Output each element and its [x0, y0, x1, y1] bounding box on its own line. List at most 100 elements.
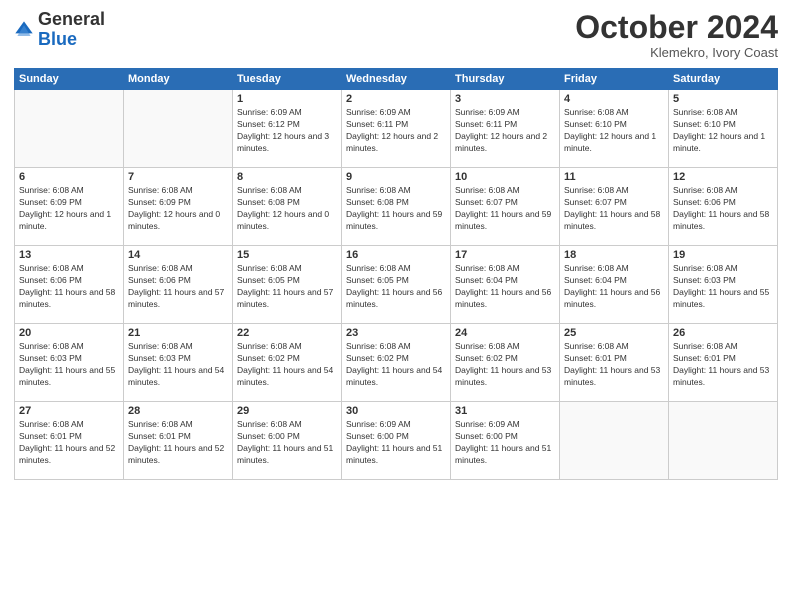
day-info: Sunrise: 6:08 AMSunset: 6:06 PMDaylight:…	[19, 263, 119, 311]
day-number: 14	[128, 249, 228, 261]
calendar-cell	[15, 90, 124, 168]
calendar-cell: 27Sunrise: 6:08 AMSunset: 6:01 PMDayligh…	[15, 402, 124, 480]
calendar-cell	[124, 90, 233, 168]
day-info: Sunrise: 6:08 AMSunset: 6:06 PMDaylight:…	[128, 263, 228, 311]
calendar-cell: 1Sunrise: 6:09 AMSunset: 6:12 PMDaylight…	[233, 90, 342, 168]
day-info: Sunrise: 6:08 AMSunset: 6:07 PMDaylight:…	[455, 185, 555, 233]
day-info: Sunrise: 6:08 AMSunset: 6:00 PMDaylight:…	[237, 419, 337, 467]
calendar-cell: 16 Sunrise: 6:08 AMSunset: 6:05 PMDayligh…	[342, 246, 451, 324]
calendar-cell: 23 Sunrise: 6:08 AMSunset: 6:02 PMDayligh…	[342, 324, 451, 402]
day-info: Sunrise: 6:08 AMSunset: 6:03 PMDaylight:…	[673, 263, 773, 311]
day-number: 6	[19, 171, 119, 183]
day-number: 11	[564, 171, 664, 183]
day-info: Sunrise: 6:09 AMSunset: 6:12 PMDaylight:…	[237, 107, 337, 155]
logo-general: General	[38, 9, 105, 29]
day-number: 20	[19, 327, 119, 339]
calendar-cell	[560, 402, 669, 480]
day-number: 30	[346, 405, 446, 417]
logo-icon	[14, 20, 34, 40]
day-info: Sunrise: 6:09 AMSunset: 6:11 PMDaylight:…	[455, 107, 555, 155]
day-info: Sunrise: 6:08 AMSunset: 6:05 PMDaylight:…	[237, 263, 337, 311]
calendar-cell	[669, 402, 778, 480]
weekday-header: Wednesday	[342, 69, 451, 90]
calendar-cell: 2 Sunrise: 6:09 AMSunset: 6:11 PMDaylight…	[342, 90, 451, 168]
weekday-header: Saturday	[669, 69, 778, 90]
day-info: Sunrise: 6:08 AMSunset: 6:10 PMDaylight:…	[564, 107, 664, 155]
day-info: Sunrise: 6:08 AMSunset: 6:02 PMDaylight:…	[346, 341, 446, 389]
week-row: 20 Sunrise: 6:08 AMSunset: 6:03 PMDayligh…	[15, 324, 778, 402]
day-info: Sunrise: 6:08 AMSunset: 6:08 PMDaylight:…	[237, 185, 337, 233]
day-info: Sunrise: 6:08 AMSunset: 6:01 PMDaylight:…	[564, 341, 664, 389]
day-info: Sunrise: 6:08 AMSunset: 6:04 PMDaylight:…	[564, 263, 664, 311]
weekday-header-row: SundayMondayTuesdayWednesdayThursdayFrid…	[15, 69, 778, 90]
calendar-cell: 9 Sunrise: 6:08 AMSunset: 6:08 PMDaylight…	[342, 168, 451, 246]
day-number: 23	[346, 327, 446, 339]
calendar-cell: 12 Sunrise: 6:08 AMSunset: 6:06 PMDayligh…	[669, 168, 778, 246]
month-title: October 2024	[575, 10, 778, 45]
day-number: 28	[128, 405, 228, 417]
day-info: Sunrise: 6:08 AMSunset: 6:02 PMDaylight:…	[455, 341, 555, 389]
logo-text: General Blue	[38, 10, 105, 50]
calendar-cell: 10 Sunrise: 6:08 AMSunset: 6:07 PMDayligh…	[451, 168, 560, 246]
day-number: 25	[564, 327, 664, 339]
day-number: 16	[346, 249, 446, 261]
week-row: 1Sunrise: 6:09 AMSunset: 6:12 PMDaylight…	[15, 90, 778, 168]
day-info: Sunrise: 6:08 AMSunset: 6:03 PMDaylight:…	[128, 341, 228, 389]
day-info: Sunrise: 6:08 AMSunset: 6:09 PMDaylight:…	[19, 185, 119, 233]
day-number: 24	[455, 327, 555, 339]
weekday-header: Thursday	[451, 69, 560, 90]
day-info: Sunrise: 6:08 AMSunset: 6:03 PMDaylight:…	[19, 341, 119, 389]
day-info: Sunrise: 6:08 AMSunset: 6:01 PMDaylight:…	[673, 341, 773, 389]
week-row: 27Sunrise: 6:08 AMSunset: 6:01 PMDayligh…	[15, 402, 778, 480]
day-number: 12	[673, 171, 773, 183]
calendar-cell: 20 Sunrise: 6:08 AMSunset: 6:03 PMDayligh…	[15, 324, 124, 402]
location: Klemekro, Ivory Coast	[575, 45, 778, 60]
week-row: 13 Sunrise: 6:08 AMSunset: 6:06 PMDayligh…	[15, 246, 778, 324]
header: General Blue October 2024 Klemekro, Ivor…	[14, 10, 778, 60]
day-number: 26	[673, 327, 773, 339]
calendar-cell: 19 Sunrise: 6:08 AMSunset: 6:03 PMDayligh…	[669, 246, 778, 324]
day-number: 3	[455, 93, 555, 105]
day-info: Sunrise: 6:08 AMSunset: 6:06 PMDaylight:…	[673, 185, 773, 233]
day-number: 19	[673, 249, 773, 261]
day-number: 18	[564, 249, 664, 261]
calendar-cell: 3 Sunrise: 6:09 AMSunset: 6:11 PMDaylight…	[451, 90, 560, 168]
week-row: 6 Sunrise: 6:08 AMSunset: 6:09 PMDaylight…	[15, 168, 778, 246]
day-number: 13	[19, 249, 119, 261]
day-info: Sunrise: 6:08 AMSunset: 6:01 PMDaylight:…	[19, 419, 119, 467]
calendar-cell: 25 Sunrise: 6:08 AMSunset: 6:01 PMDayligh…	[560, 324, 669, 402]
weekday-header: Sunday	[15, 69, 124, 90]
day-number: 2	[346, 93, 446, 105]
calendar-cell: 17Sunrise: 6:08 AMSunset: 6:04 PMDayligh…	[451, 246, 560, 324]
calendar-cell: 24 Sunrise: 6:08 AMSunset: 6:02 PMDayligh…	[451, 324, 560, 402]
day-number: 29	[237, 405, 337, 417]
calendar-cell: 29 Sunrise: 6:08 AMSunset: 6:00 PMDayligh…	[233, 402, 342, 480]
calendar-cell: 13 Sunrise: 6:08 AMSunset: 6:06 PMDayligh…	[15, 246, 124, 324]
day-number: 17	[455, 249, 555, 261]
day-info: Sunrise: 6:09 AMSunset: 6:00 PMDaylight:…	[455, 419, 555, 467]
day-info: Sunrise: 6:08 AMSunset: 6:05 PMDaylight:…	[346, 263, 446, 311]
calendar-cell: 8 Sunrise: 6:08 AMSunset: 6:08 PMDaylight…	[233, 168, 342, 246]
logo: General Blue	[14, 10, 105, 50]
weekday-header: Friday	[560, 69, 669, 90]
weekday-header: Monday	[124, 69, 233, 90]
day-number: 4	[564, 93, 664, 105]
day-info: Sunrise: 6:08 AMSunset: 6:09 PMDaylight:…	[128, 185, 228, 233]
calendar-cell: 14 Sunrise: 6:08 AMSunset: 6:06 PMDayligh…	[124, 246, 233, 324]
logo-blue: Blue	[38, 29, 77, 49]
day-number: 21	[128, 327, 228, 339]
day-number: 22	[237, 327, 337, 339]
day-number: 9	[346, 171, 446, 183]
title-area: October 2024 Klemekro, Ivory Coast	[575, 10, 778, 60]
day-number: 8	[237, 171, 337, 183]
day-number: 7	[128, 171, 228, 183]
calendar-cell: 6 Sunrise: 6:08 AMSunset: 6:09 PMDaylight…	[15, 168, 124, 246]
weekday-header: Tuesday	[233, 69, 342, 90]
calendar-cell: 7 Sunrise: 6:08 AMSunset: 6:09 PMDaylight…	[124, 168, 233, 246]
calendar-cell: 31Sunrise: 6:09 AMSunset: 6:00 PMDayligh…	[451, 402, 560, 480]
calendar-table: SundayMondayTuesdayWednesdayThursdayFrid…	[14, 68, 778, 480]
day-number: 10	[455, 171, 555, 183]
calendar-cell: 28Sunrise: 6:08 AMSunset: 6:01 PMDayligh…	[124, 402, 233, 480]
day-info: Sunrise: 6:08 AMSunset: 6:08 PMDaylight:…	[346, 185, 446, 233]
day-info: Sunrise: 6:09 AMSunset: 6:11 PMDaylight:…	[346, 107, 446, 155]
